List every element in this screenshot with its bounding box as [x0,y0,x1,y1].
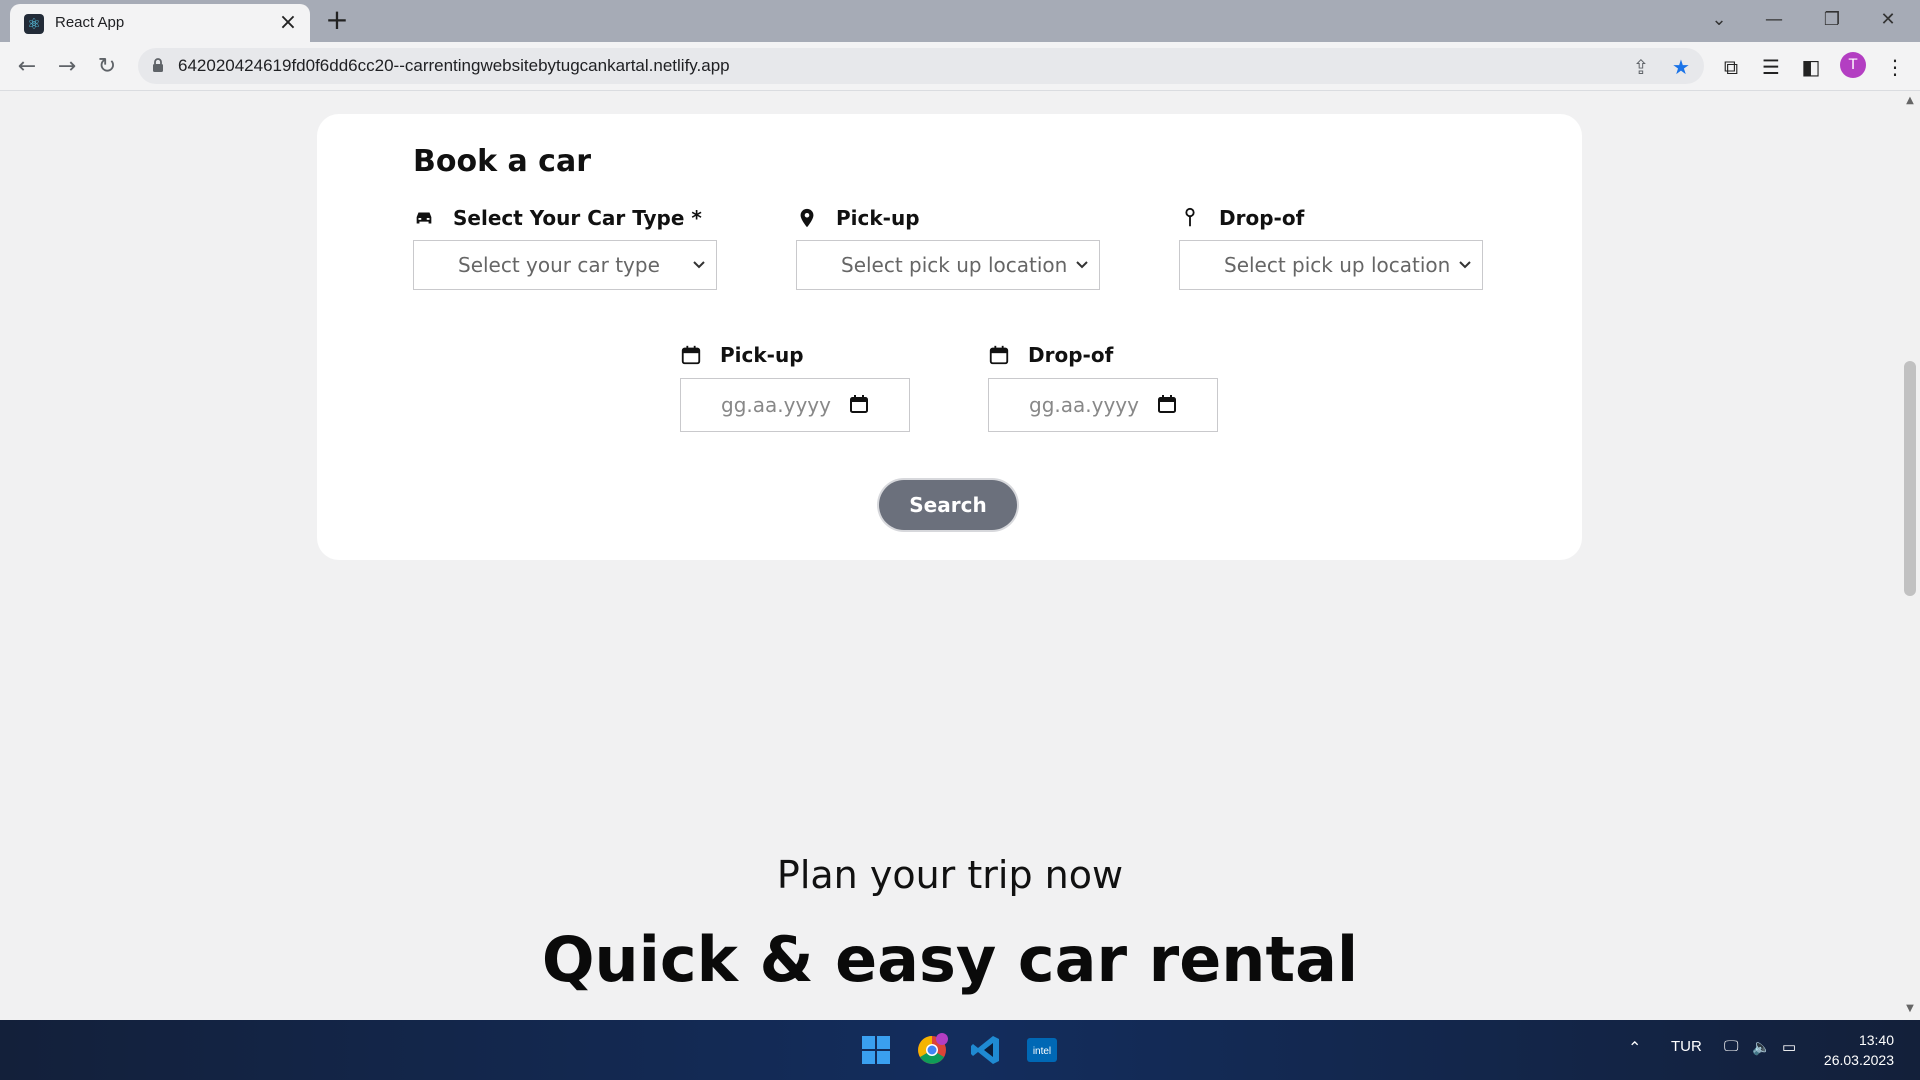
pickup-date-placeholder: gg.aa.yyyy [721,393,831,417]
pushpin-icon [1185,207,1195,227]
tab-strip: ⚛ React App × + ⌄ — ❐ ✕ [0,0,1920,42]
booking-card: Book a car Select Your Car Type * Select… [317,114,1582,560]
language-indicator[interactable]: TUR [1671,1038,1702,1055]
map-pin-icon [800,208,814,228]
battery-icon[interactable]: ▭ [1782,1038,1796,1056]
pickup-location-label: Pick-up [796,206,920,230]
restore-button[interactable]: ❐ [1810,5,1854,35]
page-viewport: Book a car Select Your Car Type * Select… [0,91,1900,1020]
new-tab-button[interactable]: + [323,6,351,34]
tab-close-icon[interactable]: × [276,11,300,35]
browser-tab[interactable]: ⚛ React App × [10,4,310,42]
car-type-label: Select Your Car Type * [413,206,702,230]
dropoff-date-label: Drop-of [988,343,1113,367]
vertical-scrollbar[interactable]: ▲ ▼ [1900,91,1920,1020]
system-clock[interactable]: 13:40 26.03.2023 [1824,1030,1894,1070]
dropoff-date-input[interactable]: gg.aa.yyyy [988,378,1218,432]
intel-icon[interactable]: intel [1024,1032,1060,1068]
tab-title: React App [55,14,125,31]
booking-title: Book a car [413,144,591,179]
profile-avatar[interactable]: T [1840,52,1866,78]
car-type-select[interactable]: Select your car type [413,240,717,290]
share-icon[interactable]: ⇪ [1628,54,1654,80]
extensions-puzzle-icon[interactable]: ⧉ [1716,52,1746,82]
dropoff-location-select-value: Select pick up location [1224,253,1451,277]
calendar-picker-icon[interactable] [1157,394,1177,414]
media-queue-icon[interactable]: ☰ [1756,52,1786,82]
menu-kebab-icon[interactable]: ⋮ [1880,52,1910,82]
tab-search-icon[interactable]: ⌄ [1697,5,1741,35]
bookmark-star-icon[interactable]: ★ [1668,54,1694,80]
vscode-icon[interactable] [968,1032,1004,1068]
car-type-label-text: Select Your Car Type * [453,206,702,230]
pickup-date-input[interactable]: gg.aa.yyyy [680,378,910,432]
pickup-date-label: Pick-up [680,343,804,367]
car-type-select-value: Select your car type [458,253,660,277]
chrome-icon[interactable] [914,1032,950,1068]
calendar-picker-icon[interactable] [849,394,869,414]
dropoff-location-select[interactable]: Select pick up location [1179,240,1483,290]
clock-time: 13:40 [1858,1032,1894,1048]
windows-start-icon[interactable] [858,1032,894,1068]
svg-text:intel: intel [1033,1046,1051,1057]
search-button[interactable]: Search [879,480,1017,530]
pickup-location-select[interactable]: Select pick up location [796,240,1100,290]
scroll-up-arrow-icon[interactable]: ▲ [1904,95,1916,106]
plan-trip-subtitle: Plan your trip now [776,853,1124,897]
address-bar[interactable]: 642020424619fd0f6dd6cc20--carrentingwebs… [138,48,1704,84]
lock-icon [153,58,163,72]
chevron-down-icon [1459,261,1471,269]
tray-chevron-up-icon[interactable]: ⌃ [1628,1038,1641,1058]
forward-arrow-icon[interactable]: → [52,52,82,82]
scroll-down-arrow-icon[interactable]: ▼ [1904,1003,1916,1014]
volume-icon[interactable]: 🔈 [1752,1038,1771,1056]
back-arrow-icon[interactable]: ← [12,52,42,82]
react-favicon-icon: ⚛ [24,14,44,34]
side-panel-icon[interactable]: ◧ [1796,52,1826,82]
dropoff-location-label-text: Drop-of [1219,206,1305,230]
scroll-thumb[interactable] [1904,361,1916,596]
clock-date: 26.03.2023 [1823,1052,1894,1068]
car-icon [416,212,432,224]
dropoff-location-label: Drop-of [1179,206,1304,230]
calendar-icon [681,345,701,365]
pickup-date-label-text: Pick-up [720,343,804,367]
dropoff-date-label-text: Drop-of [1028,343,1114,367]
chevron-down-icon [693,261,705,269]
url-text[interactable]: 642020424619fd0f6dd6cc20--carrentingwebs… [178,56,730,76]
close-window-button[interactable]: ✕ [1866,5,1910,35]
windows-taskbar: intel ⌃ TUR 🖵 🔈 ▭ 13:40 26.03.2023 [0,1020,1920,1080]
hero-title: Quick & easy car rental [541,923,1359,996]
browser-toolbar: ← → ↻ 642020424619fd0f6dd6cc20--carrenti… [0,42,1920,91]
chevron-down-icon [1076,261,1088,269]
dropoff-date-placeholder: gg.aa.yyyy [1029,393,1139,417]
pickup-location-select-value: Select pick up location [841,253,1068,277]
reload-icon[interactable]: ↻ [92,52,122,82]
minimize-button[interactable]: — [1752,5,1796,35]
network-icon[interactable]: 🖵 [1724,1038,1738,1055]
calendar-icon [989,345,1009,365]
pickup-location-label-text: Pick-up [836,206,920,230]
